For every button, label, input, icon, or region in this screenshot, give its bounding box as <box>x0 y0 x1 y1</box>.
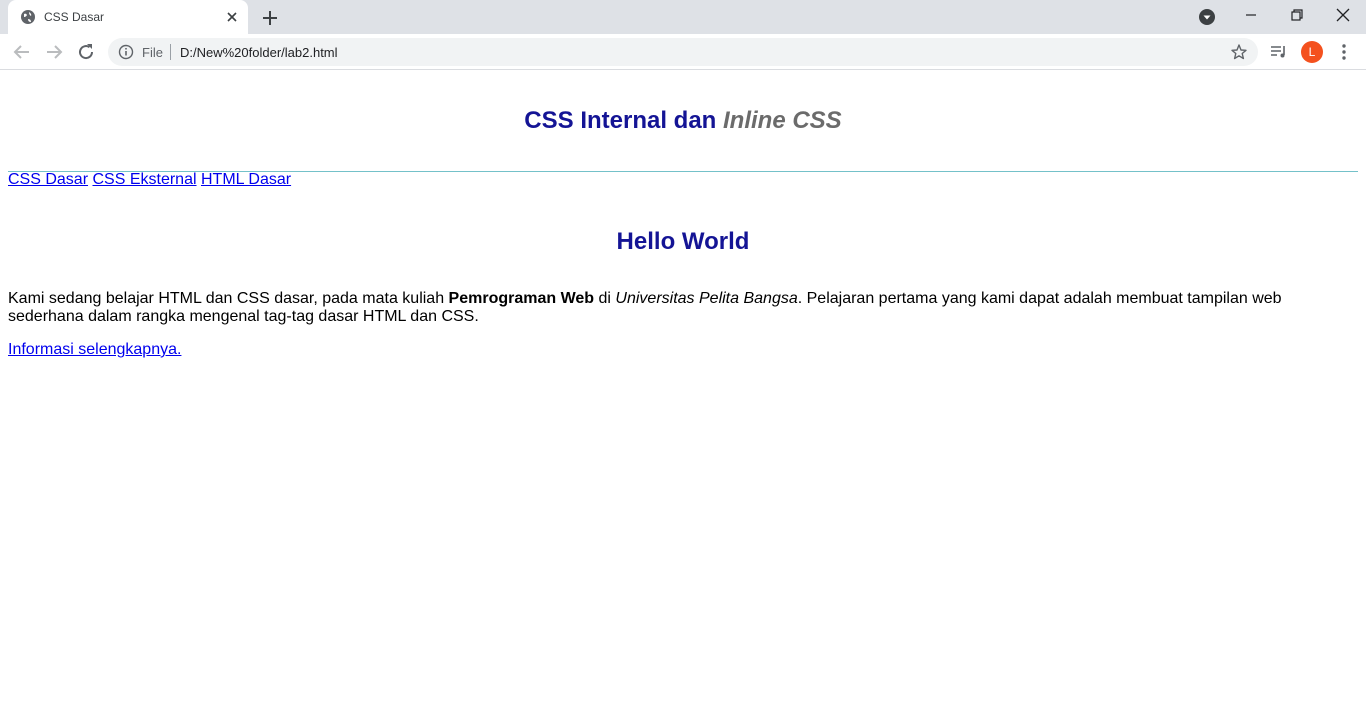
nav-links: CSS Dasar CSS Eksternal HTML Dasar <box>8 171 291 189</box>
menu-icon[interactable] <box>1334 42 1354 62</box>
tab-strip: CSS Dasar <box>0 0 1366 34</box>
paragraph-bold: Pemrograman Web <box>448 290 595 307</box>
browser-toolbar: File D:/New%20folder/lab2.html L <box>0 34 1366 70</box>
new-tab-icon[interactable] <box>260 8 280 28</box>
window-close-icon[interactable] <box>1332 4 1354 26</box>
address-separator <box>170 44 171 60</box>
profile-avatar[interactable]: L <box>1301 41 1323 63</box>
paragraph-italic: Universitas Pelita Bangsa <box>615 290 798 307</box>
more-info-link[interactable]: Informasi selengkapnya. <box>8 341 181 359</box>
page-title-text: CSS Internal dan <box>524 107 723 134</box>
forward-icon[interactable] <box>42 40 66 64</box>
paragraph-text-1: Kami sedang belajar HTML dan CSS dasar, … <box>8 290 449 307</box>
minimize-icon[interactable] <box>1240 6 1262 28</box>
restore-icon[interactable] <box>1286 4 1308 26</box>
back-icon[interactable] <box>10 40 34 64</box>
media-control-icon[interactable] <box>1269 42 1289 62</box>
scheme-label: File <box>142 45 163 60</box>
intro-paragraph: Kami sedang belajar HTML dan CSS dasar, … <box>8 290 1358 326</box>
address-bar[interactable]: File D:/New%20folder/lab2.html <box>108 38 1258 66</box>
paragraph-text-2: di <box>594 290 616 307</box>
reload-icon[interactable] <box>74 40 98 64</box>
nav-link-html-dasar[interactable]: HTML Dasar <box>201 171 291 188</box>
page-title: CSS Internal dan Inline CSS <box>0 107 1366 135</box>
nav-link-css-eksternal[interactable]: CSS Eksternal <box>92 171 196 188</box>
tab-search-icon[interactable] <box>1198 8 1216 26</box>
section-heading: Hello World <box>616 228 750 255</box>
info-icon[interactable] <box>118 44 134 60</box>
page-title-italic: Inline CSS <box>723 107 842 134</box>
tab-title: CSS Dasar <box>44 10 105 24</box>
tab-close-icon[interactable] <box>224 9 240 25</box>
url-text[interactable]: D:/New%20folder/lab2.html <box>180 45 338 60</box>
globe-icon <box>21 10 35 24</box>
nav-link-css-dasar[interactable]: CSS Dasar <box>8 171 88 188</box>
page-content: CSS Internal dan Inline CSS CSS Dasar CS… <box>0 71 1366 725</box>
browser-tab[interactable]: CSS Dasar <box>8 0 248 34</box>
bookmark-star-icon[interactable] <box>1230 43 1248 61</box>
